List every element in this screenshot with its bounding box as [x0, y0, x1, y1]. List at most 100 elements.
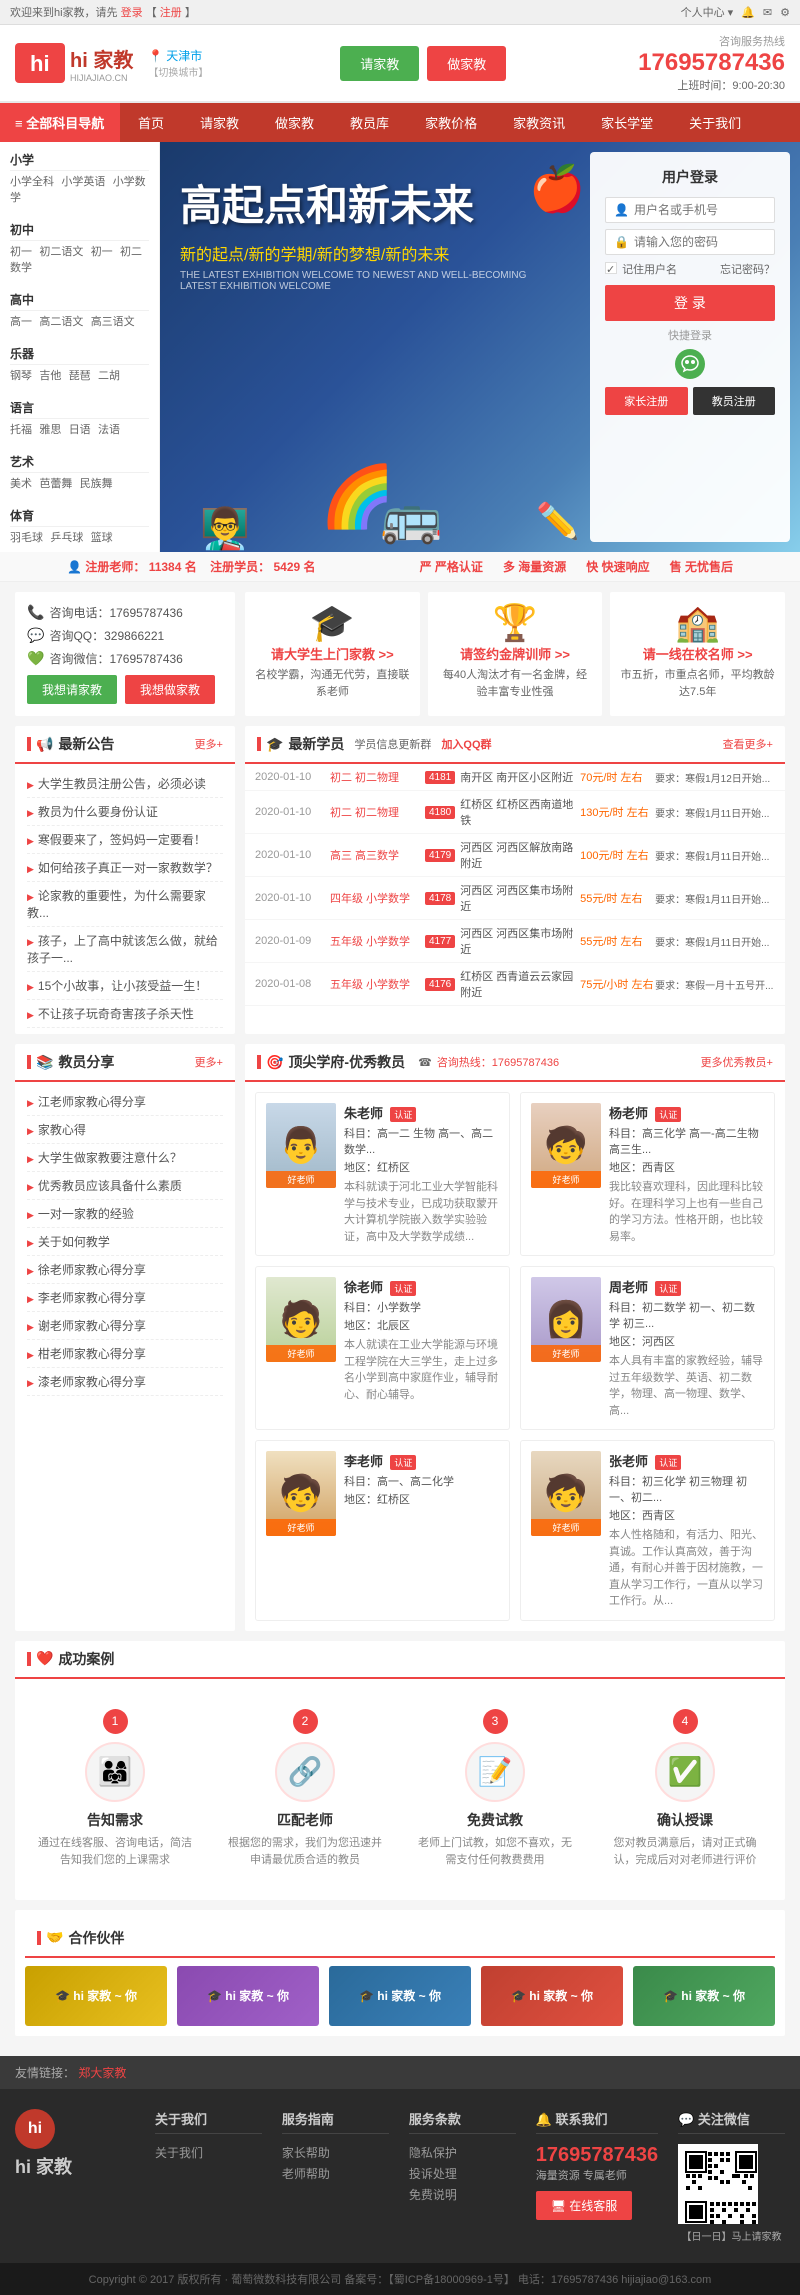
- user-center-link[interactable]: 个人中心 ▾: [681, 4, 734, 20]
- wechat-login-icon[interactable]: [675, 349, 705, 379]
- share-item[interactable]: 大学生做家教要注意什么？: [27, 1144, 223, 1172]
- sidebar-item-piano[interactable]: 钢琴: [10, 370, 32, 382]
- message-icon[interactable]: ✉: [763, 6, 772, 19]
- footer-link-about-us[interactable]: 关于我们: [155, 2144, 262, 2161]
- teacher-card-5[interactable]: 🧒 好老师 李老师 认证 科目：高一、高二化学 地区：红桥区: [255, 1440, 510, 1621]
- nav-item-qingjia[interactable]: 请家教: [182, 103, 257, 142]
- news-item-5[interactable]: 2020-01-09 五年级 小学数学 4177 河西区 河西区集市场附近 55…: [245, 920, 785, 963]
- sidebar-item-xiaoxue-english[interactable]: 小学英语: [61, 176, 105, 188]
- settings-icon[interactable]: ⚙: [780, 6, 790, 19]
- news-item-2[interactable]: 2020-01-10 初二 初二物理 4180 红桥区 红桥区西南道地铁 130…: [245, 791, 785, 834]
- nav-item-jiaoyuan[interactable]: 教员库: [332, 103, 407, 142]
- sidebar-item-chuzhong-chinese[interactable]: 初二语文: [39, 246, 83, 258]
- footer-online-service-button[interactable]: 🖥 在线客服: [536, 2191, 633, 2220]
- teacher-card-4[interactable]: 👩 好老师 周老师 认证 科目：初二数学 初一、初二数学 初三... 地区：河西…: [520, 1266, 775, 1430]
- teacher-card-2[interactable]: 🧒 好老师 杨老师 认证 科目：高三化学 高一-高二生物 高三生... 地区：西…: [520, 1092, 775, 1256]
- nav-item-xuetang[interactable]: 家长学堂: [583, 103, 671, 142]
- news-item-3[interactable]: 2020-01-10 高三 高三数学 4179 河西区 河西区解放南路附近 10…: [245, 834, 785, 877]
- news-more-link[interactable]: 查看更多+: [723, 736, 773, 752]
- sidebar-item-chuzhong-2[interactable]: 初一: [91, 246, 113, 258]
- sidebar-item-xiaoxue-quanke[interactable]: 小学全科: [10, 176, 54, 188]
- share-more-link[interactable]: 更多+: [195, 1054, 223, 1070]
- sidebar-item-ielts[interactable]: 雅思: [39, 424, 61, 436]
- teacher-card-3[interactable]: 🧑 好老师 徐老师 认证 科目：小学数学 地区：北辰区 本人就读在工业大学能源与…: [255, 1266, 510, 1430]
- username-field[interactable]: 👤: [605, 197, 775, 223]
- news-item-4[interactable]: 2020-01-10 四年级 小学数学 4178 河西区 河西区集市场附近 55…: [245, 877, 785, 920]
- header-zuojia-button[interactable]: 做家教: [427, 46, 506, 81]
- sidebar-item-gaozhong-chinese2[interactable]: 高二语文: [39, 316, 83, 328]
- share-item[interactable]: 江老师家教心得分享: [27, 1088, 223, 1116]
- teacher-card-6[interactable]: 🧒 好老师 张老师 认证 科目：初三化学 初三物理 初一、初二... 地区：西青…: [520, 1440, 775, 1621]
- sidebar-item-basketball[interactable]: 篮球: [91, 532, 113, 544]
- ann-item[interactable]: 15个小故事，让小孩受益一生！: [27, 972, 223, 1000]
- nav-item-zixun[interactable]: 家教资讯: [495, 103, 583, 142]
- parent-register-button[interactable]: 家长注册: [605, 387, 688, 415]
- footer-link-parent-help[interactable]: 家长帮助: [282, 2144, 389, 2161]
- sidebar-item-pingpong[interactable]: 乒乓球: [50, 532, 83, 544]
- sidebar-item-chuzhong-1[interactable]: 初一: [10, 246, 32, 258]
- sidebar-item-gaozhong-1[interactable]: 高一: [10, 316, 32, 328]
- nav-item-jiage[interactable]: 家教价格: [407, 103, 495, 142]
- ann-item[interactable]: 如何给孩子真正一对一家教数学？: [27, 854, 223, 882]
- city-sub[interactable]: 【切换城市】: [148, 64, 208, 79]
- sidebar-item-erhu[interactable]: 二胡: [98, 370, 120, 382]
- sidebar-item-guitar[interactable]: 吉他: [39, 370, 61, 382]
- ann-item[interactable]: 大学生教员注册公告，必须必读: [27, 770, 223, 798]
- share-item[interactable]: 优秀教员应该具备什么素质: [27, 1172, 223, 1200]
- nav-item-zuojia[interactable]: 做家教: [257, 103, 332, 142]
- partner-4[interactable]: 🎓 hi 家教 ~ 你: [481, 1966, 623, 2026]
- ann-item[interactable]: 论家教的重要性，为什么需要家教...: [27, 882, 223, 927]
- sidebar-item-badminton[interactable]: 羽毛球: [10, 532, 43, 544]
- share-item[interactable]: 徐老师家教心得分享: [27, 1256, 223, 1284]
- news-item-6[interactable]: 2020-01-08 五年级 小学数学 4176 红桥区 西青道云云家园附近 7…: [245, 963, 785, 1006]
- promo-title-1[interactable]: 请大学生上门家教 >>: [255, 644, 410, 663]
- partner-2[interactable]: 🎓 hi 家教 ~ 你: [177, 1966, 319, 2026]
- sidebar-item-gaozhong-chinese3[interactable]: 高三语文: [91, 316, 135, 328]
- register-link[interactable]: 注册: [160, 7, 182, 19]
- notification-icon[interactable]: 🔔: [741, 6, 755, 19]
- remember-me-label[interactable]: ✓ 记住用户名: [605, 261, 677, 277]
- share-item[interactable]: 李老师家教心得分享: [27, 1284, 223, 1312]
- ann-item[interactable]: 教员为什么要身份认证: [27, 798, 223, 826]
- sidebar-item-folk-dance[interactable]: 民族舞: [80, 478, 113, 490]
- remember-checkbox[interactable]: ✓: [605, 262, 617, 274]
- qq-group-link[interactable]: 加入QQ群: [441, 736, 491, 752]
- ann-item[interactable]: 孩子，上了高中就该怎么做，就给孩子一...: [27, 927, 223, 972]
- promo-title-2[interactable]: 请签约金牌训师 >>: [438, 644, 593, 663]
- teacher-card-1[interactable]: 👨 好老师 朱老师 认证 科目：高一二 生物 高一、高二数学... 地区：红桥区…: [255, 1092, 510, 1256]
- share-item[interactable]: 家教心得: [27, 1116, 223, 1144]
- share-item[interactable]: 一对一家教的经验: [27, 1200, 223, 1228]
- footer-link-zhengda[interactable]: 郑大家教: [78, 2066, 126, 2080]
- sidebar-item-pipa[interactable]: 琵琶: [69, 370, 91, 382]
- sidebar-item-japanese[interactable]: 日语: [69, 424, 91, 436]
- username-input[interactable]: [634, 203, 766, 217]
- promo-title-3[interactable]: 请一线在校名师 >>: [620, 644, 775, 663]
- footer-link-complaints[interactable]: 投诉处理: [409, 2165, 516, 2182]
- share-item[interactable]: 谢老师家教心得分享: [27, 1312, 223, 1340]
- password-field[interactable]: 🔒: [605, 229, 775, 255]
- nav-item-home[interactable]: 首页: [120, 103, 182, 142]
- ann-item[interactable]: 寒假要来了，签妈妈一定要看！: [27, 826, 223, 854]
- login-button[interactable]: 登 录: [605, 285, 775, 321]
- news-item-1[interactable]: 2020-01-10 初二 初二物理 4181 南开区 南开区小区附近 70元/…: [245, 764, 785, 791]
- forgot-password-link[interactable]: 忘记密码？: [720, 261, 775, 277]
- partner-3[interactable]: 🎓 hi 家教 ~ 你: [329, 1966, 471, 2026]
- partner-5[interactable]: 🎓 hi 家教 ~ 你: [633, 1966, 775, 2026]
- share-item[interactable]: 柑老师家教心得分享: [27, 1340, 223, 1368]
- sidebar-item-toefl[interactable]: 托福: [10, 424, 32, 436]
- footer-link-privacy[interactable]: 隐私保护: [409, 2144, 516, 2161]
- teachers-more-link[interactable]: 更多优秀教员+: [701, 1054, 773, 1070]
- sidebar-item-art[interactable]: 美术: [10, 478, 32, 490]
- nav-all-subjects[interactable]: ≡ 全部科目导航: [0, 103, 120, 142]
- sidebar-item-ballet[interactable]: 芭蕾舞: [39, 478, 72, 490]
- ann-more-link[interactable]: 更多+: [195, 736, 223, 752]
- contact-qingjia-button[interactable]: 我想请家教: [27, 675, 117, 704]
- partner-1[interactable]: 🎓 hi 家教 ~ 你: [25, 1966, 167, 2026]
- password-input[interactable]: [634, 235, 766, 249]
- contact-zuojia-button[interactable]: 我想做家教: [125, 675, 215, 704]
- teacher-register-button[interactable]: 教员注册: [693, 387, 776, 415]
- share-item[interactable]: 漆老师家教心得分享: [27, 1368, 223, 1396]
- share-item[interactable]: 关于如何教学: [27, 1228, 223, 1256]
- footer-link-free-desc[interactable]: 免费说明: [409, 2186, 516, 2203]
- ann-item[interactable]: 不让孩子玩奇奇害孩子杀天性: [27, 1000, 223, 1028]
